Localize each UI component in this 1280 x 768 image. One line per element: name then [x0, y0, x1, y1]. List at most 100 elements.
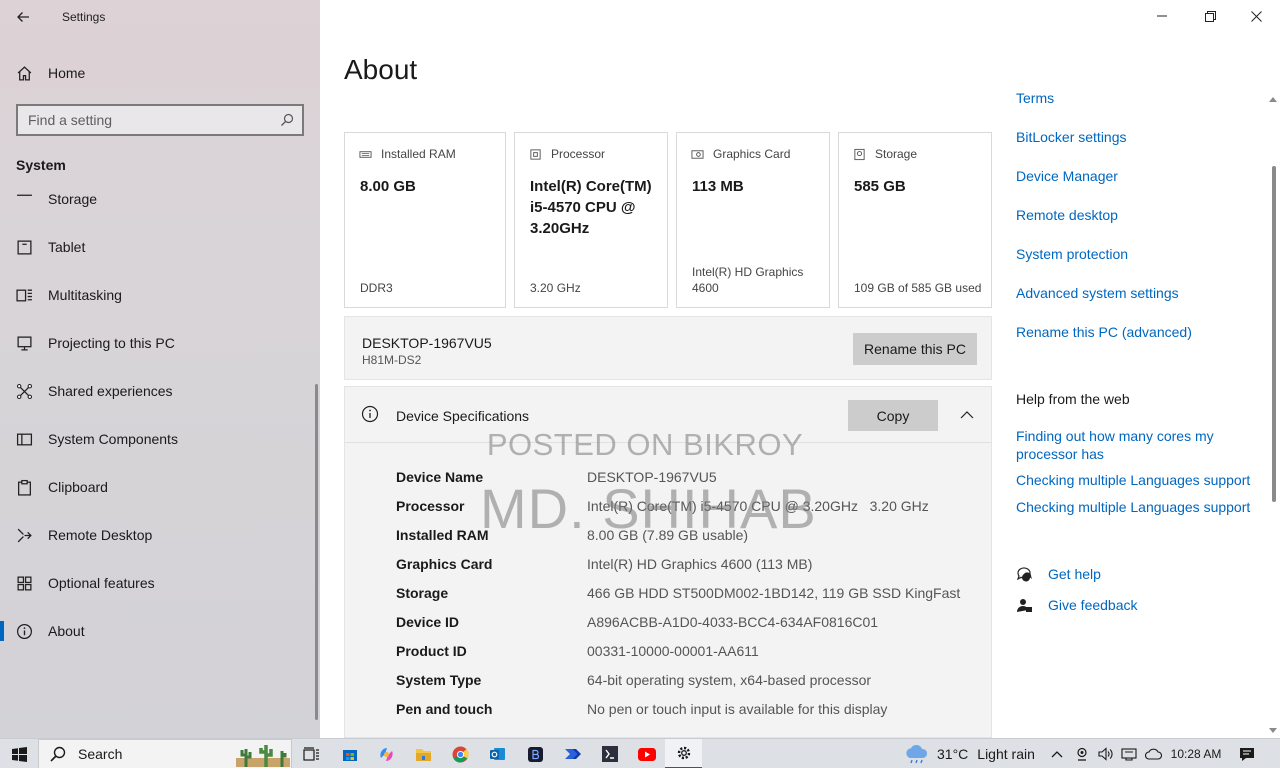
pc-model: H81M-DS2: [362, 353, 422, 367]
taskbar: Search 31°C Light rain 10:28 AM: [0, 738, 1280, 768]
tray-volume[interactable]: [1097, 739, 1113, 768]
taskbar-chrome[interactable]: [442, 739, 479, 768]
taskbar-power-automate[interactable]: [554, 739, 591, 768]
taskbar-clock[interactable]: 10:28 AM: [1164, 739, 1228, 768]
taskbar-copilot[interactable]: [368, 739, 405, 768]
home-icon: [0, 65, 48, 82]
link-system-protection[interactable]: System protection: [1016, 245, 1128, 263]
volume-icon: [1097, 747, 1112, 761]
about-icon: [0, 623, 48, 640]
sidebar-item-label: Projecting to this PC: [48, 335, 175, 351]
optional-features-icon: [0, 575, 48, 592]
bootstrap-app-icon: [528, 746, 543, 762]
windows-logo-icon: [11, 746, 27, 762]
spec-label: System Type: [396, 671, 482, 688]
taskbar-task-view[interactable]: [293, 739, 330, 768]
graphics-card-icon: [691, 149, 704, 159]
sidebar-home[interactable]: Home: [0, 56, 320, 90]
store-icon: [342, 750, 357, 761]
settings-search-input[interactable]: [28, 112, 268, 128]
card-foot: DDR3: [360, 281, 393, 295]
link-cores-help[interactable]: Finding out how many cores my processor …: [1016, 427, 1246, 463]
taskbar-file-explorer[interactable]: [405, 739, 442, 768]
weather-widget[interactable]: 31°C Light rain: [904, 739, 1035, 768]
spec-label: Product ID: [396, 642, 467, 659]
link-languages-help-2[interactable]: Checking multiple Languages support: [1016, 498, 1250, 516]
sidebar-item-tablet[interactable]: Tablet: [0, 227, 316, 267]
rename-pc-button[interactable]: Rename this PC: [853, 333, 977, 365]
taskbar-youtube[interactable]: [628, 739, 665, 768]
spec-value: No pen or touch input is available for t…: [587, 700, 888, 717]
back-button[interactable]: [0, 0, 46, 34]
device-specifications-header[interactable]: Device Specifications Copy: [345, 387, 991, 443]
spec-value: Intel(R) Core(TM) i5-4570 CPU @ 3.20GHz …: [587, 497, 929, 514]
link-advanced-system-settings[interactable]: Advanced system settings: [1016, 284, 1179, 302]
task-view-icon: [303, 746, 319, 761]
chevron-up-icon: [1051, 750, 1063, 757]
spec-value: Intel(R) HD Graphics 4600 (113 MB): [587, 555, 813, 572]
active-indicator: [0, 621, 4, 641]
taskbar-visual-studio[interactable]: [591, 739, 628, 768]
settings-search-box[interactable]: [16, 104, 304, 136]
shared-experiences-icon: [0, 383, 48, 400]
spec-row: Storage 466 GB HDD ST500DM002-1BD142, 11…: [396, 578, 986, 607]
copy-button[interactable]: Copy: [848, 400, 938, 431]
card-title: Graphics Card: [713, 147, 791, 161]
sidebar-item-clipboard[interactable]: Clipboard: [0, 467, 316, 507]
get-help-link[interactable]: Get help: [1016, 564, 1101, 584]
sidebar-item-projecting[interactable]: Projecting to this PC: [0, 323, 316, 363]
spec-row: Product ID 00331-10000-00001-AA611: [396, 636, 986, 665]
sidebar-item-storage[interactable]: Storage: [0, 182, 316, 219]
device-specifications-title: Device Specifications: [396, 408, 530, 424]
tray-network[interactable]: [1120, 739, 1138, 768]
tray-onedrive[interactable]: [1144, 739, 1162, 768]
sidebar-item-about[interactable]: About: [0, 611, 316, 651]
tray-webcam[interactable]: [1074, 739, 1090, 768]
scroll-up-icon[interactable]: [1269, 96, 1277, 102]
sidebar-scrollbar[interactable]: [315, 384, 318, 720]
close-button[interactable]: [1233, 0, 1279, 32]
tablet-icon: [0, 239, 48, 256]
spec-row: System Type 64-bit operating system, x64…: [396, 665, 986, 694]
link-rename-pc-advanced[interactable]: Rename this PC (advanced): [1016, 323, 1192, 341]
webcam-icon: [1077, 747, 1087, 761]
start-button[interactable]: [0, 739, 38, 768]
device-specifications-panel: Device Specifications Copy Device Name D…: [344, 386, 992, 738]
link-bitlocker-settings[interactable]: BitLocker settings: [1016, 128, 1127, 146]
sidebar-item-optional-features[interactable]: Optional features: [0, 563, 316, 603]
get-help-icon: [1016, 566, 1032, 581]
taskbar-bootstrap-app[interactable]: [517, 739, 554, 768]
scroll-down-icon[interactable]: [1269, 728, 1277, 734]
taskbar-outlook[interactable]: [479, 739, 516, 768]
sidebar-item-remote-desktop[interactable]: Remote Desktop: [0, 515, 316, 555]
minimize-button[interactable]: [1139, 0, 1185, 32]
sidebar-item-shared-experiences[interactable]: Shared experiences: [0, 371, 316, 411]
main-scrollbar-thumb[interactable]: [1272, 166, 1276, 502]
restore-button[interactable]: [1187, 0, 1233, 32]
page-title: About: [344, 54, 418, 85]
link-remote-desktop[interactable]: Remote desktop: [1016, 206, 1118, 224]
card-title: Processor: [551, 147, 606, 161]
taskbar-store[interactable]: [331, 739, 368, 768]
give-feedback-link[interactable]: Give feedback: [1016, 595, 1138, 615]
show-hidden-icons-button[interactable]: [1050, 739, 1064, 768]
search-icon[interactable]: [280, 113, 294, 127]
spec-value: 8.00 GB (7.89 GB usable): [587, 526, 749, 543]
visual-studio-icon: [601, 746, 618, 762]
app-title: Settings: [62, 10, 106, 24]
link-terms[interactable]: Terms: [1016, 90, 1054, 104]
sidebar-item-system-components[interactable]: System Components: [0, 419, 316, 459]
taskbar-settings[interactable]: [665, 739, 702, 768]
search-highlight-cactus-icon[interactable]: [236, 740, 290, 767]
link-languages-help-1[interactable]: Checking multiple Languages support: [1016, 471, 1250, 489]
pc-name-bar: DESKTOP-1967VU5 H81M-DS2 Rename this PC: [344, 316, 992, 380]
close-icon: [1250, 10, 1262, 22]
notification-center-button[interactable]: [1236, 739, 1258, 768]
sidebar-item-multitasking[interactable]: Multitasking: [0, 275, 316, 315]
card-storage: Storage 585 GB 109 GB of 585 GB used: [838, 132, 992, 308]
link-device-manager[interactable]: Device Manager: [1016, 167, 1118, 185]
collapse-button[interactable]: [957, 405, 977, 425]
spec-label: Device Name: [396, 468, 484, 485]
sidebar-item-label: Optional features: [48, 575, 155, 591]
chrome-icon: [452, 746, 469, 763]
